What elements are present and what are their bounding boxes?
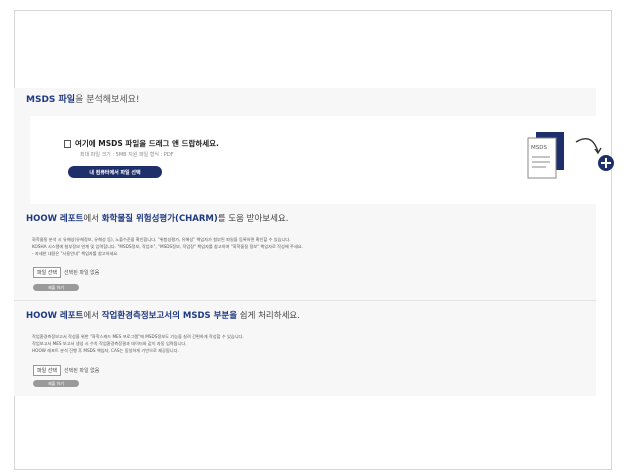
dropzone-title-text: 여기에 MSDS 파일을 드래그 앤 드랍하세요. bbox=[75, 139, 219, 148]
body-line: HOOW 레포트 분석 진행 후 MSDS 책임자, CAS는 동일하게 기반으… bbox=[32, 348, 179, 353]
file-upload-icon bbox=[64, 139, 71, 148]
doc-label: MSDS bbox=[531, 145, 547, 151]
add-file-icon[interactable] bbox=[598, 155, 614, 171]
section1-highlight: 화학물질 위험성평가(CHARM) bbox=[101, 214, 218, 224]
section2-title-mid: 에서 bbox=[83, 311, 102, 321]
body-line: KOSHA 시스템에 첨부정보 연계 및 입력합니다. "MSDS정보, 작업조… bbox=[32, 244, 303, 249]
page-intro: MSDS 파일을 분석해보세요! bbox=[26, 92, 140, 105]
msds-dropzone[interactable] bbox=[30, 116, 596, 204]
msds-document-illustration: MSDS bbox=[527, 132, 614, 179]
intro-text: 을 분석해보세요! bbox=[75, 95, 140, 105]
body-line: - 자세한 내용은 "사용안내" 책임자를 참고하세요. bbox=[32, 251, 119, 256]
workenv-submit-button[interactable]: 제출 하기 bbox=[33, 380, 79, 387]
charm-file-select-button[interactable]: 파일 선택 bbox=[33, 267, 61, 278]
section2-title-rest: 쉽게 처리하세요. bbox=[237, 311, 300, 321]
section-divider bbox=[14, 300, 596, 301]
charm-file-status: 선택된 파일 없음 bbox=[64, 270, 100, 276]
intro-highlight: MSDS 파일 bbox=[26, 95, 76, 105]
section1-brand: HOOW 레포트 bbox=[26, 214, 84, 224]
body-line: 작업환경측정보고서 작성을 위한 "화학스캐드 MES 프로그램"에 MSDS정… bbox=[32, 334, 244, 339]
workenv-file-status: 선택된 파일 없음 bbox=[64, 368, 100, 374]
dropzone-title: 여기에 MSDS 파일을 드래그 앤 드랍하세요. bbox=[64, 138, 219, 149]
section1-title-rest: 를 도움 받아보세요. bbox=[217, 214, 289, 224]
charm-submit-button[interactable]: 제출 하기 bbox=[33, 284, 79, 291]
charm-section-body: 화학물질 분석 시 유해성(유해정보, 유해성 등), 노출수준을 확인합니다.… bbox=[32, 236, 552, 257]
section2-brand: HOOW 레포트 bbox=[26, 311, 84, 321]
charm-file-row: 파일 선택 선택된 파일 없음 bbox=[33, 267, 99, 278]
body-line: 작업보고서 MES 보고서 생성 시 수치 작업환경측정결과 데이터와 값이 자… bbox=[32, 341, 187, 346]
dropzone-note: 최대 파일 크기 : 5MB 지원 파일 형식 : PDF bbox=[80, 152, 174, 158]
select-file-button[interactable]: 내 컴퓨터에서 파일 선택 bbox=[68, 166, 162, 178]
workenv-section-title: HOOW 레포트에서 작업환경측정보고서의 MSDS 부분을 쉽게 처리하세요. bbox=[26, 309, 300, 321]
workenv-file-select-button[interactable]: 파일 선택 bbox=[33, 365, 61, 376]
charm-section-title: HOOW 레포트에서 화학물질 위험성평가(CHARM)를 도움 받아보세요. bbox=[26, 212, 288, 224]
workenv-section-body: 작업환경측정보고서 작성을 위한 "화학스캐드 MES 프로그램"에 MSDS정… bbox=[32, 333, 552, 354]
section1-title-mid: 에서 bbox=[83, 214, 102, 224]
workenv-file-row: 파일 선택 선택된 파일 없음 bbox=[33, 365, 99, 376]
section2-highlight: 작업환경측정보고서의 MSDS 부분을 bbox=[101, 311, 238, 321]
body-line: 화학물질 분석 시 유해성(유해정보, 유해성 등), 노출수준을 확인합니다.… bbox=[32, 237, 291, 242]
